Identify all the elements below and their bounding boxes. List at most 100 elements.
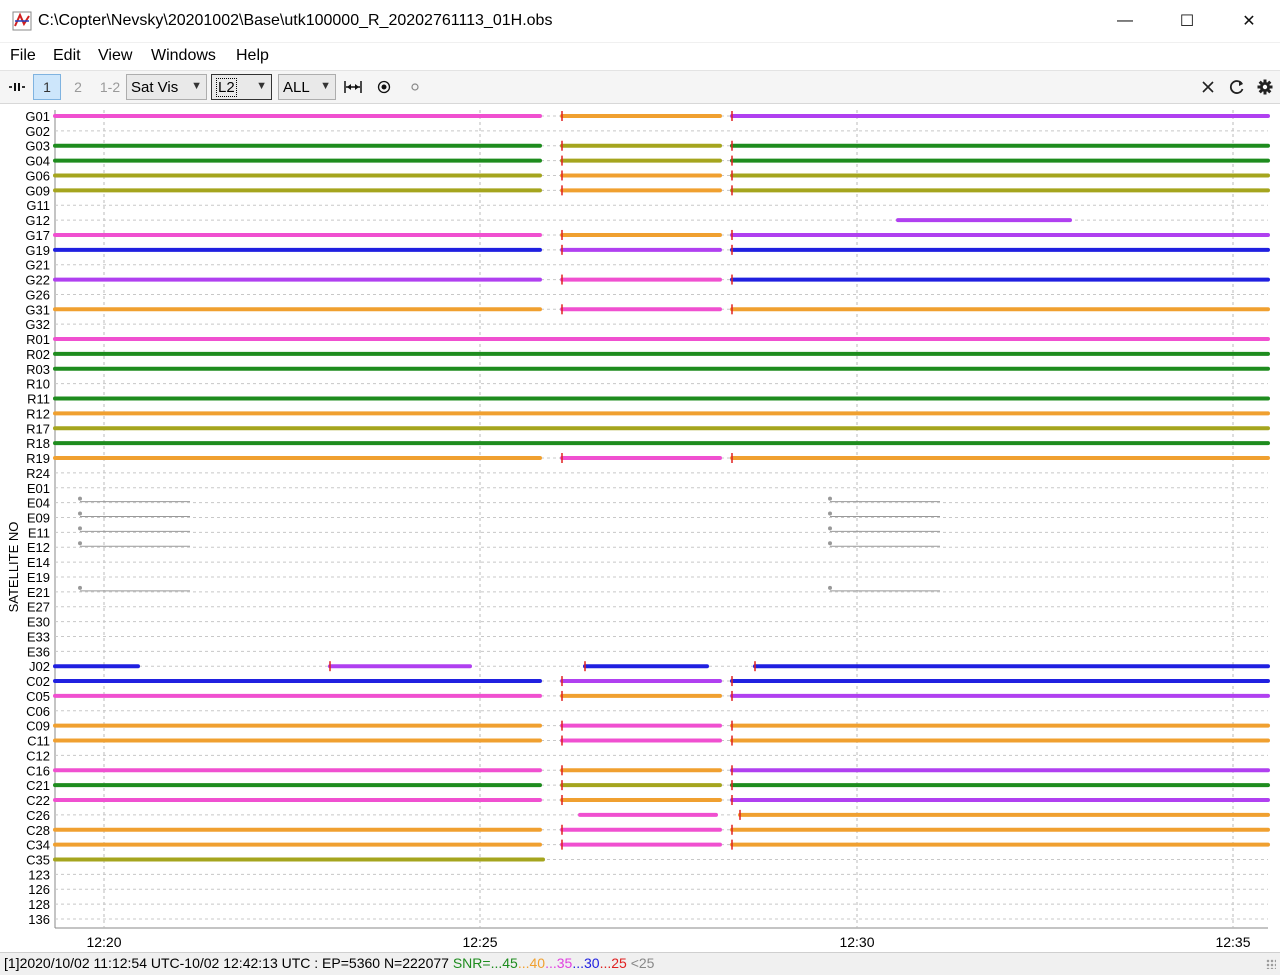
reload-icon [1229,80,1244,94]
menu-view[interactable]: View [98,47,132,65]
minimize-icon: — [1117,12,1133,29]
x-tick-label: 12:20 [86,934,121,950]
satellite-label: G09 [25,183,50,198]
satellite-label: R11 [27,392,50,407]
satellite-label: 126 [28,882,50,897]
settings-button[interactable] [1253,74,1277,100]
reload-button[interactable] [1225,74,1249,100]
fit-horizontal-button[interactable] [341,74,365,100]
minimize-button[interactable]: — [1094,0,1156,42]
satellite-system-select[interactable]: ALL ▼ [278,74,336,100]
satellite-label: E01 [27,481,50,496]
close-icon [1202,81,1214,93]
satellite-label: E30 [27,615,50,630]
plot-type-select[interactable]: Sat Vis ▼ [126,74,207,100]
snr-45: 45 [502,955,518,971]
gray-marker [828,496,832,501]
satellite-visibility-plot[interactable]: 12:20 12:25 12:30 12:35G01G02G03G04G06G09G1… [0,102,1280,952]
gray-marker [78,526,82,531]
satellite-label: C11 [27,734,50,749]
satellite-label: C26 [26,808,50,823]
obs-2-button[interactable]: 2 [66,74,90,100]
menu-help[interactable]: Help [236,47,269,65]
snr-25: ...25 [599,955,627,971]
chevron-down-icon: ▼ [320,80,331,92]
satellite-label: E27 [27,600,50,615]
resize-grip[interactable] [1266,959,1276,969]
x-tick-label: 12:30 [839,934,874,950]
satellite-label: E33 [27,629,50,644]
show-points-button[interactable] [404,74,426,100]
obs-1-2-button[interactable]: 1-2 [96,74,124,100]
snr-40: ...40 [517,955,546,971]
satellite-label: R24 [26,466,50,481]
gray-marker [78,585,82,590]
gray-marker [78,496,82,501]
satellite-label: R03 [26,362,50,377]
snr-30: ...30 [572,955,600,971]
menu-file[interactable]: File [10,47,36,65]
satellite-label: C05 [26,689,50,704]
satellite-label: G19 [25,243,50,258]
satellite-label: C21 [26,778,50,793]
satellite-label: C09 [26,719,50,734]
chevron-down-icon: ▼ [191,80,202,92]
frequency-select[interactable]: L2 ▼ [211,74,272,100]
maximize-button[interactable]: ☐ [1156,0,1218,42]
satellite-label: G03 [25,139,50,154]
pause-icon [9,83,25,91]
satellite-label: R10 [26,377,50,392]
satellite-label: G01 [25,109,50,124]
satellite-label: E09 [27,510,50,525]
satellite-label: J02 [29,659,50,674]
x-tick-label: 12:35 [1215,934,1250,950]
maximize-icon: ☐ [1179,13,1195,30]
gray-marker [78,541,82,546]
close-icon: ✕ [1242,13,1256,30]
satellite-label: C02 [26,674,50,689]
satellite-label: C34 [26,838,50,853]
satellite-label: G17 [25,228,50,243]
fit-horizontal-icon [344,81,362,93]
gray-marker [828,511,832,516]
satellite-label: G26 [25,287,50,302]
satellite-label: C28 [26,823,50,838]
satellite-label: C16 [26,763,50,778]
satellite-label: R18 [26,436,50,451]
y-axis-label: SATELLITE NO [6,522,21,613]
center-button[interactable] [372,74,396,100]
pause-button[interactable] [6,74,28,100]
satellite-label: 123 [28,867,50,882]
satellite-label: G31 [25,302,50,317]
satellite-label: G32 [25,317,50,332]
obs-1-button[interactable]: 1 [33,74,61,100]
center-icon [377,80,391,94]
menu-edit[interactable]: Edit [53,47,81,65]
toolbar: 1 2 1-2 Sat Vis ▼ L2 ▼ ALL ▼ [0,70,1280,104]
x-tick-label: 12:25 [462,934,497,950]
satellite-system-value: ALL [283,78,310,96]
satellite-label: 136 [28,912,50,927]
satellite-label: G02 [25,124,50,139]
satellite-label: E21 [27,585,50,600]
gray-marker [828,585,832,590]
satellite-label: G21 [25,258,50,273]
satellite-label: C12 [26,748,50,763]
plot-grid [54,110,1268,929]
close-window-button[interactable]: ✕ [1218,0,1280,42]
frequency-value: L2 [216,77,237,97]
app-logo-icon [12,11,32,31]
title-bar: C:\Copter\Nevsky\20201002\Base\utk100000… [0,0,1280,42]
gear-icon [1257,79,1273,95]
satellite-label: G04 [25,154,50,169]
satellite-label: G11 [26,198,50,213]
satellite-label: 128 [28,897,50,912]
satellite-label: R17 [26,421,50,436]
satellite-label: E19 [27,570,50,585]
satellite-label: R01 [26,332,50,347]
satellite-label: C35 [26,853,50,868]
status-bar: [1]2020/10/02 11:12:54 UTC-10/02 12:42:1… [0,952,1280,975]
menu-windows[interactable]: Windows [151,47,216,65]
snr-35: ...35 [545,955,573,971]
close-plot-button[interactable] [1196,74,1220,100]
